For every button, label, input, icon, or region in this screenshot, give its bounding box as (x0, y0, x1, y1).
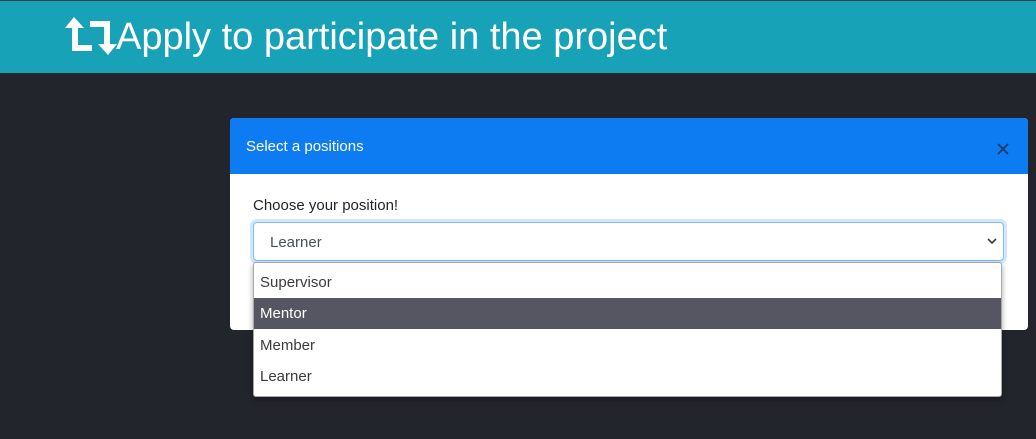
select-value: Learner (270, 234, 322, 251)
modal-title: Select a positions (246, 138, 364, 155)
position-label: Choose your position! (253, 197, 399, 214)
retweet-icon (65, 17, 117, 55)
page-title: Apply to participate in the project (116, 16, 668, 58)
option-mentor[interactable]: Mentor (254, 298, 1001, 329)
modal-header: Select a positions (230, 118, 1028, 174)
option-supervisor[interactable]: Supervisor (254, 267, 1001, 298)
close-icon (997, 143, 1009, 155)
option-learner[interactable]: Learner (254, 361, 1001, 392)
chevron-down-icon (987, 238, 997, 245)
position-select[interactable]: Learner (253, 222, 1004, 261)
app-header: Apply to participate in the project (0, 0, 1036, 73)
option-member[interactable]: Member (254, 330, 1001, 361)
close-button[interactable] (990, 138, 1016, 160)
position-dropdown-list: Supervisor Mentor Member Learner (253, 262, 1002, 397)
